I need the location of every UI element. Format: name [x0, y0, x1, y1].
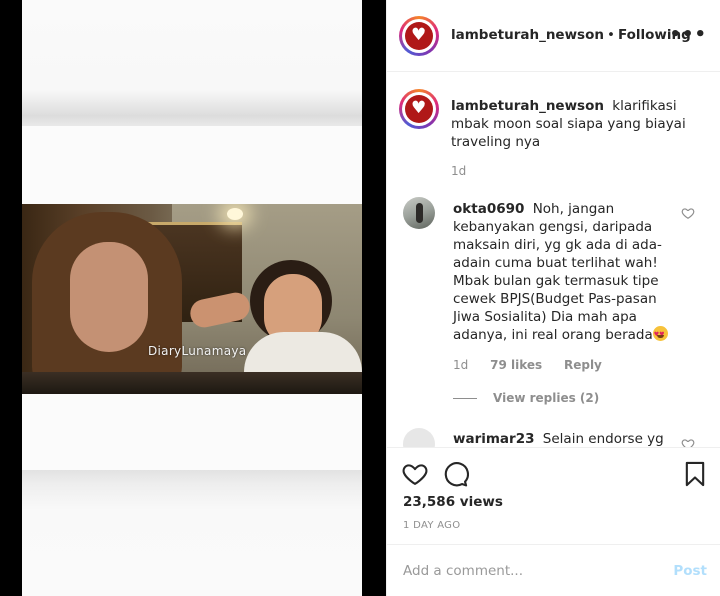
scene-table [22, 372, 362, 394]
comment-likes-count[interactable]: 79 likes [490, 358, 542, 372]
video-top-band [22, 0, 362, 126]
person-left-face [70, 242, 148, 352]
caption-username[interactable]: lambeturah_newson [451, 98, 604, 114]
bookmark-icon[interactable] [681, 460, 709, 488]
comment-like-heart-icon[interactable] [681, 206, 695, 220]
comment-username[interactable]: warimar23 [453, 431, 535, 447]
add-comment-bar: Add a comment... Post [387, 544, 720, 596]
post-actions: 23,586 views 1 DAY AGO Add a comment... … [387, 447, 720, 596]
header-user-line: lambeturah_newson • Following [451, 27, 691, 43]
comment-like-heart-icon[interactable] [681, 437, 695, 447]
view-replies-label: View replies (2) [493, 391, 600, 405]
comment-input[interactable]: Add a comment... [403, 563, 523, 579]
caption-timestamp[interactable]: 1d [451, 164, 466, 178]
reply-button[interactable]: Reply [564, 358, 602, 372]
comment: warimar23 Selain endorse yg byk, [453, 430, 681, 447]
heart-logo-icon [405, 22, 433, 50]
scene-lamp [227, 208, 243, 220]
view-replies-button[interactable]: View replies (2) [453, 391, 599, 405]
speech-bubble-icon[interactable] [441, 460, 469, 488]
more-options-icon[interactable]: ••• [669, 24, 707, 45]
comment-timestamp[interactable]: 1d [453, 358, 468, 372]
author-username[interactable]: lambeturah_newson [451, 27, 604, 43]
post-side-panel: lambeturah_newson•Following ••• lambetur… [386, 0, 720, 596]
comment: okta0690 Noh, jangan kebanyakan gengsi, … [453, 200, 681, 344]
comment-username[interactable]: okta0690 [453, 201, 524, 217]
comment-meta: 1d 79 likes Reply [453, 358, 620, 372]
video-letterbox-top [22, 126, 362, 204]
post-date[interactable]: 1 DAY AGO [403, 520, 460, 531]
author-avatar[interactable] [399, 16, 439, 56]
comment-text: Noh, jangan kebanyakan gengsi, daripada … [453, 201, 662, 343]
heart-outline-icon[interactable] [401, 460, 429, 488]
video-player[interactable]: DiaryLunamaya [22, 0, 362, 596]
post-header: lambeturah_newson•Following ••• [387, 0, 720, 72]
video-letterbox-bottom [22, 394, 362, 470]
video-bottom-band [22, 470, 362, 596]
video-frame: DiaryLunamaya [22, 204, 362, 394]
post-comment-button[interactable]: Post [673, 563, 707, 579]
video-watermark: DiaryLunamaya [148, 344, 247, 358]
commenter-avatar[interactable] [403, 428, 435, 447]
caption: lambeturah_newson klarifikasi mbak moon … [451, 97, 701, 151]
commenter-avatar[interactable] [403, 197, 435, 229]
heart-logo-icon [405, 95, 433, 123]
star-struck-emoji-icon [652, 326, 668, 344]
view-replies-divider [453, 398, 477, 399]
comments-list[interactable]: lambeturah_newson klarifikasi mbak moon … [387, 73, 720, 447]
header-separator: • [606, 27, 615, 43]
caption-avatar[interactable] [399, 89, 439, 129]
view-count[interactable]: 23,586 views [403, 494, 503, 510]
